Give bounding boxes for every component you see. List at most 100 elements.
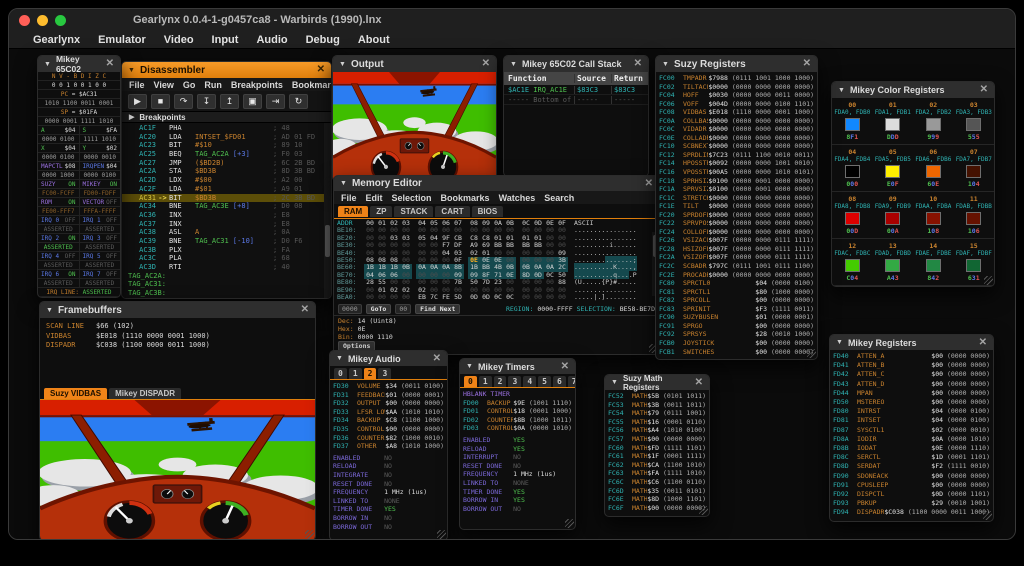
memory-byte[interactable]: 0C <box>504 294 516 301</box>
memory-byte[interactable]: 5D <box>452 294 464 301</box>
close-icon[interactable]: ✕ <box>634 59 642 69</box>
close-icon[interactable]: ✕ <box>482 59 490 69</box>
memory-byte[interactable]: 7C <box>428 294 440 301</box>
memory-byte[interactable]: 00 <box>520 294 532 301</box>
framebuffer-tab-suzy-vidbas[interactable]: Suzy VIDBAS <box>44 388 107 399</box>
timer-tab-6[interactable]: 6 <box>553 376 566 387</box>
scrollbar-thumb[interactable] <box>325 225 330 257</box>
memory-byte[interactable]: 0D <box>480 294 492 301</box>
color-register-cell[interactable]: 12FDAC, FDBCC04 <box>832 239 873 286</box>
color-register-cell[interactable]: 10FDAA, FDBA108 <box>913 192 954 239</box>
memory-tab-ram[interactable]: RAM <box>338 206 368 217</box>
memory-tab-stack[interactable]: STACK <box>394 206 433 217</box>
disassembly-line[interactable]: AC38ASLA; 0A <box>122 228 331 237</box>
resize-grip[interactable] <box>437 530 446 539</box>
collapse-icon[interactable]: ▼ <box>44 61 51 68</box>
audio-channel-tab-3[interactable]: 3 <box>378 368 391 379</box>
disassembly-line[interactable]: AC1FPHA; 48 <box>122 124 331 133</box>
resize-grip[interactable] <box>305 530 314 539</box>
timer-tab-0[interactable]: 0 <box>464 376 477 387</box>
menu-audio[interactable]: Audio <box>256 34 287 46</box>
close-icon[interactable]: ✕ <box>979 338 987 348</box>
color-register-cell[interactable]: 13FDAD, FDBDA43 <box>873 239 914 286</box>
collapse-icon[interactable]: ▼ <box>466 363 473 370</box>
disassembly-line[interactable]: AC3DRTI; 40 <box>122 263 331 272</box>
color-register-cell[interactable]: 00FDA0, FDB08F1 <box>832 98 873 145</box>
timer-tab-2[interactable]: 2 <box>494 376 507 387</box>
collapse-icon[interactable]: ▼ <box>46 307 53 314</box>
collapse-icon[interactable]: ▼ <box>336 355 343 362</box>
disassembly-line[interactable]: AC36INX; E8 <box>122 211 331 220</box>
memory-tab-bios[interactable]: BIOS <box>472 206 504 217</box>
menu-input[interactable]: Input <box>212 34 239 46</box>
close-icon[interactable]: ✕ <box>803 59 811 69</box>
disassembler-menu-bookmarks[interactable]: Bookmarks <box>292 80 331 90</box>
disassembly-line[interactable]: AC23BIT#$10; 89 10 <box>122 141 331 150</box>
close-icon[interactable]: ✕ <box>645 179 653 189</box>
goto-button[interactable]: GoTo <box>366 304 392 314</box>
timer-tab-1[interactable]: 1 <box>479 376 492 387</box>
memory-menu-watches[interactable]: Watches <box>499 193 536 203</box>
timer-tab-4[interactable]: 4 <box>523 376 536 387</box>
menu-emulator[interactable]: Emulator <box>98 34 146 46</box>
stop-button[interactable]: ■ <box>151 94 170 109</box>
framebuffer-tab-mikey-dispadr[interactable]: Mikey DISPADR <box>109 388 181 399</box>
disassembler-menu-view[interactable]: View <box>154 80 174 90</box>
color-register-cell[interactable]: 04FDA4, FDB4000 <box>832 145 873 192</box>
disassembly-line[interactable]: AC39BNETAG_AC31 [-10]; D0 F6 <box>122 237 331 246</box>
memory-menu-bookmarks[interactable]: Bookmarks <box>441 193 490 203</box>
collapse-icon[interactable]: ▼ <box>611 379 618 386</box>
minimize-window-button[interactable] <box>37 15 48 26</box>
menu-video[interactable]: Video <box>164 34 194 46</box>
call-stack-row[interactable]: $AC1E IRQ_AC1E$83C3$83C3 <box>504 85 648 95</box>
close-window-button[interactable] <box>19 15 30 26</box>
color-register-cell[interactable]: 05FDA5, FDB5E0F <box>873 145 914 192</box>
collapse-icon[interactable]: ▼ <box>838 87 845 94</box>
disassembler-menu-breakpoints[interactable]: Breakpoints <box>231 80 283 90</box>
color-register-cell[interactable]: 02FDA2, FDB2999 <box>913 98 954 145</box>
find-next-button[interactable]: Find Next <box>415 304 460 314</box>
memory-byte[interactable]: 00 <box>364 294 376 301</box>
memory-byte[interactable]: 0C <box>492 294 504 301</box>
disassembler-menu-file[interactable]: File <box>129 80 145 90</box>
call-stack-row[interactable]: ----- Bottom of Stack --------------- <box>504 95 648 105</box>
collapse-icon[interactable]: ▼ <box>128 67 135 74</box>
color-register-cell[interactable]: 08FDA8, FDB800D <box>832 192 873 239</box>
memory-tab-cart[interactable]: CART <box>435 206 469 217</box>
disassembly-line[interactable]: AC34BNETAG_AC3E [+8]; D0 08 <box>122 202 331 211</box>
memory-menu-edit[interactable]: Edit <box>366 193 383 203</box>
color-register-cell[interactable]: 09FDA9, FDB900A <box>873 192 914 239</box>
close-icon[interactable]: ✕ <box>433 354 441 364</box>
color-register-cell[interactable]: 06FDA6, FDB660E <box>913 145 954 192</box>
disassembly-line[interactable]: AC31->BIT$BD3B; 2C 3B BD <box>122 194 331 203</box>
resize-grip[interactable] <box>699 506 708 515</box>
close-icon[interactable]: ✕ <box>317 65 325 75</box>
memory-byte[interactable]: EB <box>416 294 428 301</box>
disassembly-line[interactable]: AC3CPLA; 68 <box>122 254 331 263</box>
memory-tab-zp[interactable]: ZP <box>370 206 392 217</box>
disassembly-line[interactable]: AC3BPLX; FA <box>122 246 331 255</box>
timer-tab-3[interactable]: 3 <box>508 376 521 387</box>
disassembler-menu-go[interactable]: Go <box>183 80 196 90</box>
memory-menu-file[interactable]: File <box>341 193 357 203</box>
color-register-cell[interactable]: 07FDA7, FDB7104 <box>954 145 995 192</box>
disassembly-line[interactable]: AC2DLDX#$00; A2 00 <box>122 176 331 185</box>
step-into-button[interactable]: ↧ <box>197 94 216 109</box>
color-register-cell[interactable]: 01FDA1, FDB1DDD <box>873 98 914 145</box>
scrollbar[interactable] <box>324 123 331 298</box>
memory-byte[interactable]: 0D <box>468 294 480 301</box>
timer-tab-7[interactable]: 7 <box>568 376 576 387</box>
disassembly-line[interactable]: AC25BEQTAG_AC2A [+3]; F0 03 <box>122 150 331 159</box>
memory-menu-selection[interactable]: Selection <box>392 193 432 203</box>
memory-byte[interactable]: 00 <box>376 294 388 301</box>
memory-byte[interactable]: 00 <box>400 294 412 301</box>
close-icon[interactable]: ✕ <box>980 85 988 95</box>
collapse-icon[interactable]: ▼ <box>662 61 669 68</box>
menu-gearlynx[interactable]: Gearlynx <box>33 34 80 46</box>
zoom-window-button[interactable] <box>55 15 66 26</box>
run-button[interactable]: ▶ <box>128 94 147 109</box>
disassembly-line[interactable]: AC2ASTA$BD3B; 8D 3B BD <box>122 167 331 176</box>
collapse-icon[interactable]: ▼ <box>340 180 347 187</box>
resize-grip[interactable] <box>984 276 993 285</box>
menu-about[interactable]: About <box>358 34 390 46</box>
